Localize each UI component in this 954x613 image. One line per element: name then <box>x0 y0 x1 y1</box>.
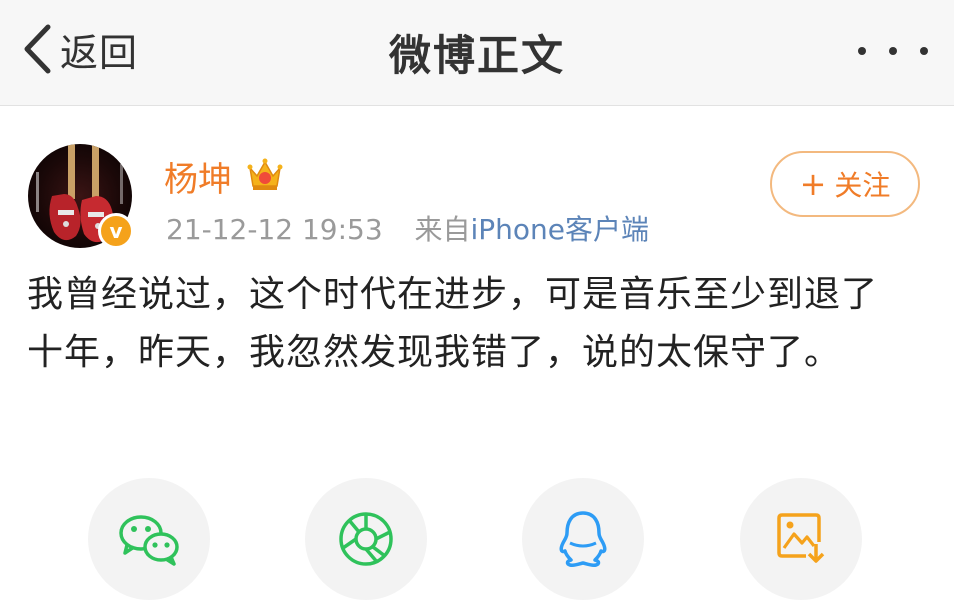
crown-icon <box>245 154 285 194</box>
share-wechat-button[interactable] <box>88 478 210 600</box>
post-meta: 21-12-12 19:53 来自iPhone客户端 <box>166 208 649 248</box>
more-button[interactable] <box>858 36 928 66</box>
save-image-button[interactable] <box>740 478 862 600</box>
source-link[interactable]: iPhone客户端 <box>471 213 650 246</box>
page-title: 微博正文 <box>388 31 565 80</box>
post-content: 我曾经说过，这个时代在进步，可是音乐至少到退了十年，昨天，我忽然发现我错了，说的… <box>27 274 879 373</box>
navigation-bar: 返回 微博正文 <box>0 0 954 106</box>
verified-badge-icon: v <box>98 213 134 249</box>
save-image-icon <box>776 512 826 566</box>
share-moments-button[interactable] <box>305 478 427 600</box>
source-prefix: 来自 <box>414 213 471 246</box>
more-icon <box>858 47 866 55</box>
post-timestamp: 21-12-12 19:53 <box>166 213 383 246</box>
plus-icon: + <box>799 165 827 203</box>
moments-icon <box>337 510 395 568</box>
share-qq-button[interactable] <box>522 478 644 600</box>
follow-button[interactable]: + 关注 <box>770 151 920 217</box>
wechat-icon <box>117 511 181 567</box>
author-name[interactable]: 杨坤 <box>164 152 232 201</box>
qq-icon <box>557 509 609 569</box>
follow-label: 关注 <box>834 169 891 202</box>
